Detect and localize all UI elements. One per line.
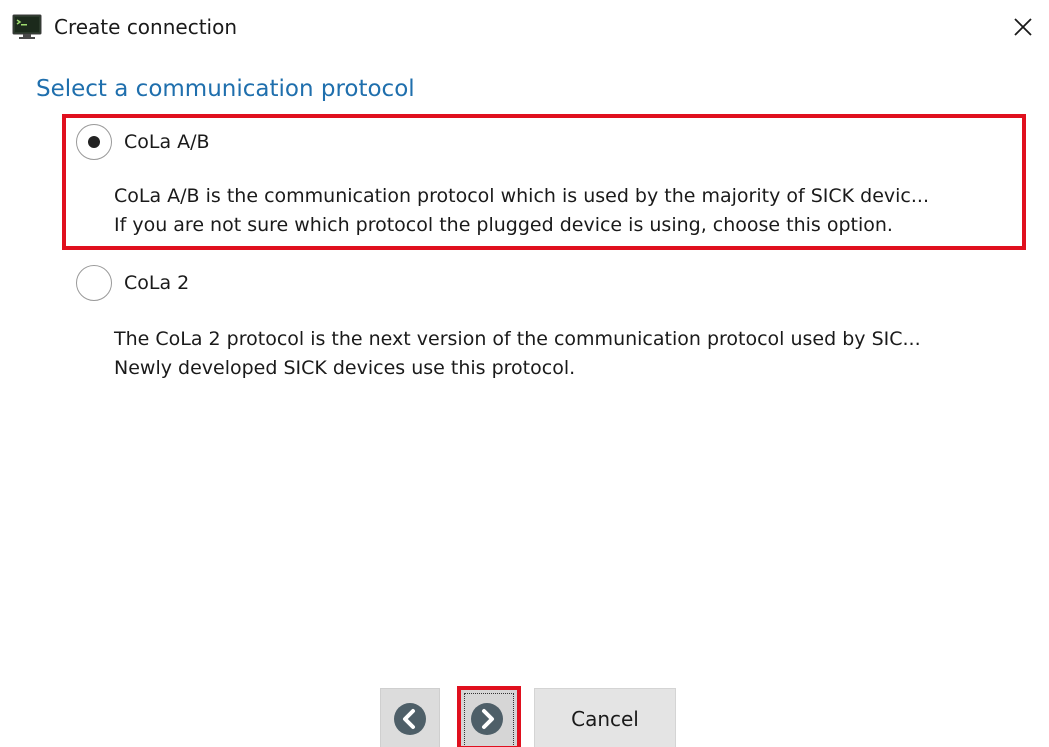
terminal-monitor-icon [12,14,42,39]
radio-row-cola-2[interactable]: CoLa 2 [76,265,189,301]
create-connection-dialog: Create connection Select a communication… [0,0,1049,747]
window-title: Create connection [54,15,238,39]
option-description-cola-ab: CoLa A/B is the communication protocol w… [114,182,929,240]
protocol-option-cola-2[interactable]: CoLa 2 The CoLa 2 protocol is the next v… [62,262,1022,396]
chevron-right-circle-icon [471,703,503,735]
chevron-left-circle-icon [394,703,426,735]
option-description-cola-2: The CoLa 2 protocol is the next version … [114,325,921,383]
back-button[interactable] [380,688,440,747]
radio-button-cola-2[interactable] [76,265,112,301]
description-line: If you are not sure which protocol the p… [114,214,893,236]
radio-label-cola-ab: CoLa A/B [124,131,210,153]
title-bar: Create connection [0,0,1049,56]
radio-row-cola-ab[interactable]: CoLa A/B [76,124,210,160]
description-line: The CoLa 2 protocol is the next version … [114,328,921,350]
page-heading: Select a communication protocol [36,76,415,102]
next-button[interactable] [457,688,517,747]
protocol-option-cola-ab[interactable]: CoLa A/B CoLa A/B is the communication p… [62,114,1026,252]
description-line: CoLa A/B is the communication protocol w… [114,185,929,207]
close-icon [1014,18,1032,36]
cancel-button[interactable]: Cancel [534,688,676,747]
radio-label-cola-2: CoLa 2 [124,272,190,294]
radio-button-cola-ab[interactable] [76,124,112,160]
close-button[interactable] [1005,10,1041,44]
description-line: Newly developed SICK devices use this pr… [114,357,576,379]
